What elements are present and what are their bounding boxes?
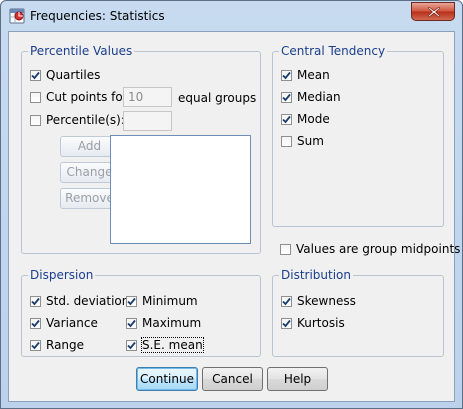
skewness-checkbox[interactable]: Skewness <box>281 294 356 308</box>
maximum-checkbox[interactable]: Maximum <box>126 316 201 330</box>
skewness-label: Skewness <box>297 294 356 308</box>
central-tendency-group: Central Tendency Mean Median Mode Sum <box>272 44 444 227</box>
variance-checkbox[interactable]: Variance <box>30 316 98 330</box>
sum-checkbox[interactable]: Sum <box>281 134 324 148</box>
close-button[interactable] <box>411 2 455 21</box>
checkbox-box <box>126 339 137 351</box>
dispersion-group: Dispersion Std. deviation Minimum Varian… <box>21 268 261 357</box>
minimum-label: Minimum <box>142 294 198 308</box>
close-icon <box>428 7 440 17</box>
spss-table-icon <box>9 8 25 24</box>
percentiles-input[interactable] <box>123 111 172 131</box>
checkbox-box <box>280 243 291 255</box>
cancel-button[interactable]: Cancel <box>202 367 263 391</box>
se-mean-label: S.E. mean <box>141 337 204 353</box>
cut-points-label: Cut points for: <box>46 90 132 104</box>
checkbox-box <box>30 69 41 81</box>
quartiles-label: Quartiles <box>46 68 101 82</box>
checkbox-box <box>30 317 41 329</box>
group-midpoints-label: Values are group midpoints <box>296 242 461 256</box>
percentiles-label: Percentile(s): <box>46 113 125 127</box>
percentiles-list[interactable] <box>110 135 251 244</box>
distribution-label: Distribution <box>279 268 354 282</box>
checkbox-box <box>30 114 41 126</box>
checkbox-box <box>281 113 292 125</box>
cut-points-checkbox[interactable]: Cut points for: <box>30 90 132 104</box>
mean-label: Mean <box>297 68 330 82</box>
checkbox-box <box>281 295 292 307</box>
minimum-checkbox[interactable]: Minimum <box>126 294 198 308</box>
mean-checkbox[interactable]: Mean <box>281 68 330 82</box>
distribution-group: Distribution Skewness Kurtosis <box>272 268 444 357</box>
dialog-window: Frequencies: Statistics Percentile Value… <box>0 0 463 409</box>
variance-label: Variance <box>46 316 98 330</box>
checkbox-box <box>30 339 41 351</box>
dispersion-label: Dispersion <box>28 268 96 282</box>
checkbox-box <box>281 135 292 147</box>
kurtosis-label: Kurtosis <box>297 316 345 330</box>
checkbox-box <box>281 317 292 329</box>
percentile-values-label: Percentile Values <box>28 44 135 58</box>
checkbox-box <box>281 69 292 81</box>
cut-points-input[interactable]: 10 <box>123 87 172 107</box>
central-tendency-label: Central Tendency <box>279 44 388 58</box>
window-title: Frequencies: Statistics <box>30 9 165 23</box>
kurtosis-checkbox[interactable]: Kurtosis <box>281 316 345 330</box>
se-mean-checkbox[interactable]: S.E. mean <box>126 337 204 353</box>
equal-groups-label: equal groups <box>178 91 257 105</box>
quartiles-checkbox[interactable]: Quartiles <box>30 68 100 82</box>
checkbox-box <box>30 91 41 103</box>
mode-label: Mode <box>297 112 330 126</box>
checkbox-box <box>30 295 41 307</box>
dialog-client-area: Percentile Values Quartiles Cut points f… <box>8 31 460 402</box>
sum-label: Sum <box>297 134 324 148</box>
title-bar[interactable]: Frequencies: Statistics <box>1 1 462 31</box>
std-deviation-label: Std. deviation <box>46 294 130 308</box>
range-checkbox[interactable]: Range <box>30 338 84 352</box>
percentiles-checkbox[interactable]: Percentile(s): <box>30 113 125 127</box>
help-button[interactable]: Help <box>267 367 328 391</box>
group-midpoints-checkbox[interactable]: Values are group midpoints <box>280 242 460 256</box>
checkbox-box <box>126 295 137 307</box>
checkbox-box <box>126 317 137 329</box>
median-checkbox[interactable]: Median <box>281 90 341 104</box>
median-label: Median <box>297 90 341 104</box>
range-label: Range <box>46 338 85 352</box>
mode-checkbox[interactable]: Mode <box>281 112 330 126</box>
checkbox-box <box>281 91 292 103</box>
continue-button[interactable]: Continue <box>136 367 198 391</box>
std-deviation-checkbox[interactable]: Std. deviation <box>30 294 129 308</box>
maximum-label: Maximum <box>142 316 202 330</box>
